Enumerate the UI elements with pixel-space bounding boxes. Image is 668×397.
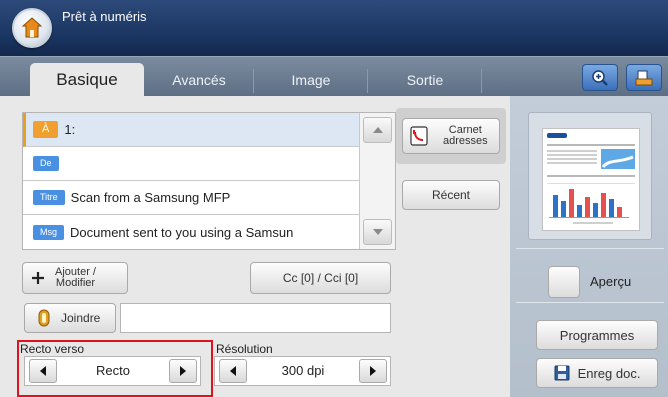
attach-button[interactable]: Joindre [24, 303, 116, 333]
plus-icon [32, 272, 44, 284]
right-panel: Aperçu Programmes Enreg doc. [510, 96, 668, 397]
job-status-icon [635, 70, 653, 85]
message-tag: Msg [33, 224, 65, 240]
subject-field[interactable]: Titre Scan from a Samsung MFP [23, 181, 360, 215]
resolution-value: 300 dpi [281, 363, 325, 378]
tab-image[interactable]: Image [254, 63, 368, 97]
title-bar: Prêt à numéris [0, 0, 668, 56]
tab-bar: Basique Avancés Image Sortie [0, 56, 668, 97]
attach-label: Joindre [61, 311, 101, 325]
resolution-label: Résolution [216, 342, 273, 356]
scroll-down-button[interactable] [363, 219, 392, 245]
to-value: 1: [64, 122, 76, 137]
resolution-prev-button[interactable] [219, 359, 247, 383]
addressbook-line2: adresses [443, 135, 488, 147]
triangle-up-icon [372, 127, 383, 133]
save-icon [554, 365, 570, 381]
preview-label: Aperçu [590, 274, 632, 289]
address-book-icon [410, 126, 428, 146]
subject-value: Scan from a Samsung MFP [70, 190, 231, 205]
attachment-field[interactable] [120, 303, 391, 333]
tab-basique[interactable]: Basique [30, 63, 144, 97]
app-title: Prêt à numéris [62, 9, 147, 24]
home-icon [22, 17, 42, 38]
resolution-next-button[interactable] [359, 359, 387, 383]
cc-bcc-button[interactable]: Cc [0] / Cci [0] [250, 262, 391, 294]
zoom-button[interactable] [582, 64, 618, 91]
home-button[interactable] [12, 8, 52, 48]
fields-scrollbar[interactable] [359, 113, 395, 249]
document-thumbnail [542, 128, 640, 231]
programs-button[interactable]: Programmes [536, 320, 658, 350]
save-doc-button[interactable]: Enreg doc. [536, 358, 658, 388]
triangle-down-icon [372, 229, 383, 235]
duplex-highlight [17, 340, 213, 397]
right-divider-bottom [516, 302, 664, 303]
triangle-left-icon [230, 366, 236, 376]
document-thumbnail-image [547, 133, 635, 224]
tab-avances[interactable]: Avancés [144, 63, 254, 97]
right-divider-top [516, 248, 664, 249]
job-status-button[interactable] [626, 64, 662, 91]
addressbook-label: Carnet adresses [443, 125, 488, 147]
tab-sortie[interactable]: Sortie [368, 63, 482, 97]
preview-toggle-button[interactable] [548, 266, 580, 298]
from-tag: De [33, 156, 59, 171]
resolution-stepper[interactable]: 300 dpi [214, 356, 391, 386]
from-field[interactable]: De [23, 147, 360, 181]
save-doc-label: Enreg doc. [577, 365, 641, 381]
addressbook-wrap: Carnet adresses [396, 108, 506, 164]
add-modify-button[interactable]: Ajouter / Modifier [22, 262, 128, 294]
scroll-up-button[interactable] [363, 117, 392, 143]
middle-panel: Carnet adresses Récent [396, 96, 510, 397]
address-fields: À 1: De Titre Scan from a Samsung MFP Ms… [22, 112, 396, 250]
to-tag: À [33, 121, 59, 138]
add-modify-label: Ajouter / Modifier [55, 267, 96, 289]
zoom-in-icon [592, 69, 608, 86]
message-field[interactable]: Msg Document sent to you using a Samsun [23, 215, 360, 249]
subject-tag: Titre [33, 190, 65, 205]
preview-panel [528, 112, 652, 240]
message-value: Document sent to you using a Samsun [70, 224, 294, 240]
add-modify-line2: Modifier [55, 277, 96, 289]
to-field[interactable]: À 1: [23, 113, 360, 147]
addressbook-button[interactable]: Carnet adresses [402, 118, 500, 154]
recent-button[interactable]: Récent [402, 180, 500, 210]
triangle-right-icon [370, 366, 376, 376]
paperclip-icon [38, 309, 50, 327]
